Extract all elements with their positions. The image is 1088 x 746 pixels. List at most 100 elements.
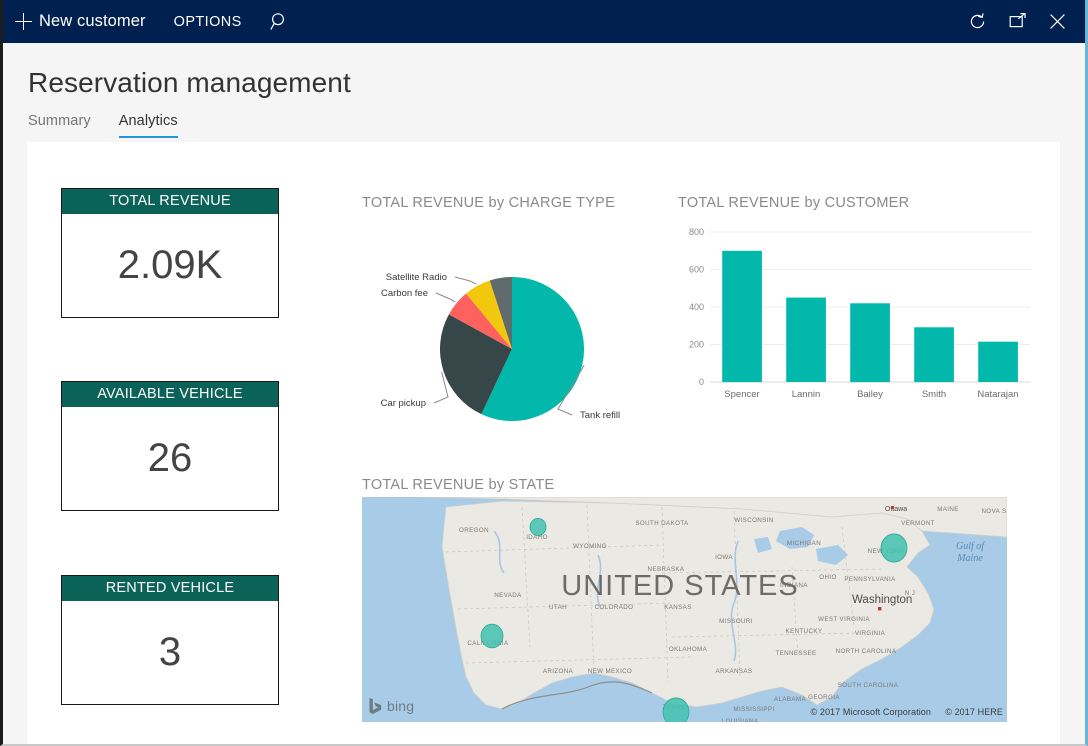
map-state-label: NOVA S [982,508,1007,515]
y-tick-label: 0 [699,377,704,387]
close-button[interactable] [1037,0,1077,43]
map-state-label: OHIO [819,574,836,581]
bar-chart-bars [722,251,1018,382]
map-state-label: UTAH [549,604,567,611]
map-city-label-ottawa: Ottawa [885,506,907,513]
bar[interactable] [978,342,1018,382]
map-state-label: KENTUCKY [786,628,823,635]
search-button[interactable] [256,0,303,43]
map-visual[interactable]: OREGONIDAHOWYOMINGSOUTH DAKOTAWISCONSINM… [362,497,1007,722]
kpi-title: TOTAL REVENUE [62,189,278,214]
map-state-label: WEST VIRGINIA [818,616,870,623]
refresh-icon [968,12,987,31]
page-title: Reservation management [28,67,351,99]
map-water-label: Maine [956,553,983,564]
map-state-label: WISCONSIN [734,517,773,524]
y-tick-label: 600 [689,265,704,275]
app-window: New customer OPTIONS [0,0,1088,746]
kpi-value: 26 [62,407,278,510]
pie-leader-line [455,277,476,284]
map-svg: OREGONIDAHOWYOMINGSOUTH DAKOTAWISCONSINM… [362,497,1007,722]
kpi-card-rented-vehicle[interactable]: RENTED VEHICLE 3 [61,575,279,705]
y-tick-label: 800 [689,227,704,237]
popout-icon [1008,12,1027,31]
map-state-label: SOUTH DAKOTA [635,520,689,527]
bing-logo-label: bing [387,698,414,714]
map-state-label: KANSAS [664,604,692,611]
tab-summary-label: Summary [28,113,91,129]
analytics-content-card: TOTAL REVENUE 2.09K AVAILABLE VEHICLE 26… [27,142,1060,744]
tabstrip: Summary Analytics [28,113,178,138]
map-state-label: VERMONT [901,520,935,527]
map-state-label: WYOMING [573,543,607,550]
kpi-title: AVAILABLE VEHICLE [62,382,278,407]
kpi-title: RENTED VEHICLE [62,576,278,601]
top-navbar: New customer OPTIONS [3,0,1085,43]
map-state-label: MAINE [937,506,959,513]
bar-chart-title: TOTAL REVENUE by CUSTOMER [678,195,909,211]
map-state-label: OKLAHOMA [669,646,708,653]
map-state-label: GEORGIA [808,694,840,701]
options-menu-button[interactable]: OPTIONS [160,0,256,43]
map-attribution-microsoft: © 2017 Microsoft Corporation [811,707,932,717]
kpi-value: 3 [62,601,278,704]
bing-logo-icon [368,697,383,715]
map-capital-label: Washington [852,594,912,606]
pie-chart-svg: Tank refill Car pickup Carbon fee Satellite… [362,217,657,457]
navbar-left-group: New customer OPTIONS [3,0,303,43]
map-state-label: COLORADO [595,604,634,611]
y-tick-label: 200 [689,340,704,350]
map-bubble[interactable] [481,624,503,648]
pie-slice-label: Tank refill [580,410,620,421]
pie-slice-label: Satellite Radio [386,272,447,283]
popout-button[interactable] [997,0,1037,43]
refresh-button[interactable] [957,0,997,43]
map-state-label: OREGON [459,527,489,534]
tab-analytics-label: Analytics [119,113,178,129]
x-tick-label: Natarajan [977,389,1018,400]
map-bubble[interactable] [663,698,689,722]
map-bubble[interactable] [881,534,907,562]
pie-chart-title: TOTAL REVENUE by CHARGE TYPE [362,195,615,211]
map-state-label: MICHIGAN [787,540,821,547]
y-tick-label: 400 [689,302,704,312]
map-state-label: MISSOURI [719,618,753,625]
map-city-marker [891,506,894,509]
map-state-label: TENNESSEE [775,650,816,657]
bar[interactable] [914,327,954,382]
map-state-label: IOWA [715,554,733,561]
pie-slice-label: Car pickup [381,398,426,409]
map-state-label: ALABAMA [774,696,807,703]
x-tick-label: Smith [922,389,946,400]
tab-analytics[interactable]: Analytics [119,113,178,138]
bing-logo[interactable]: bing [368,697,414,715]
map-state-label: PENNSYLVANIA [844,576,896,583]
close-icon [1048,12,1067,31]
bar[interactable] [786,298,826,382]
tab-summary[interactable]: Summary [28,113,91,138]
bar[interactable] [850,303,890,382]
pie-slice-label: Carbon fee [381,288,428,299]
new-customer-button[interactable]: New customer [3,0,160,43]
search-icon [270,12,289,31]
navbar-right-group [957,0,1085,43]
kpi-card-total-revenue[interactable]: TOTAL REVENUE 2.09K [61,188,279,318]
pie-leader-line [436,293,455,302]
bar[interactable] [722,251,762,382]
map-state-label: NORTH CAROLINA [836,648,897,655]
bar-chart[interactable]: 0200400600800 SpencerLanninBaileySmithNa… [678,214,1038,414]
kpi-card-available-vehicle[interactable]: AVAILABLE VEHICLE 26 [61,381,279,511]
pie-chart[interactable]: Tank refill Car pickup Carbon fee Satellite… [362,217,657,457]
map-attribution: © 2017 Microsoft Corporation © 2017 HERE [811,707,1003,717]
map-state-label: MISSISSIPPI [733,706,774,713]
x-tick-label: Spencer [724,389,759,400]
map-state-label: VIRGINIA [855,630,886,637]
map-bubble[interactable] [530,518,546,535]
map-state-label: SOUTH CAROLINA [838,682,899,689]
map-state-label: LOUISIANA [722,718,759,722]
x-tick-label: Bailey [857,389,883,400]
plus-icon [15,13,32,30]
bar-chart-svg: 0200400600800 SpencerLanninBaileySmithNa… [678,214,1038,414]
options-label: OPTIONS [174,14,242,30]
bar-chart-y-axis-labels: 0 200 400 600 800 [689,227,704,387]
